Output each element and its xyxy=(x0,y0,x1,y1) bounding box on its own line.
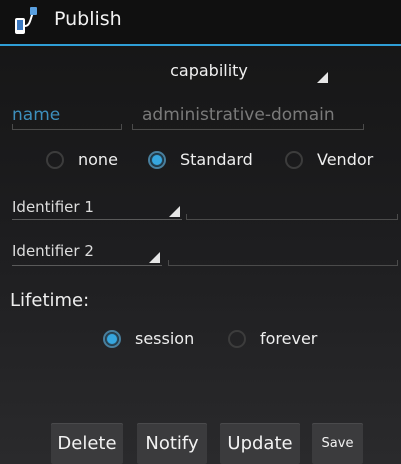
name-field-tick-right xyxy=(121,124,122,130)
name-field-tick-left xyxy=(12,124,13,130)
radio-none-label: none xyxy=(78,150,118,169)
domain-field[interactable]: administrative-domain xyxy=(132,100,364,130)
capability-spinner-label: capability xyxy=(170,61,248,80)
delete-button[interactable]: Delete xyxy=(51,423,123,464)
domain-field-value: administrative-domain xyxy=(142,105,335,125)
radio-forever[interactable]: forever xyxy=(228,329,317,348)
name-field-underline xyxy=(12,129,122,130)
identifier1-field-tick-left xyxy=(186,214,187,220)
notify-button[interactable]: Notify xyxy=(137,423,207,464)
domain-field-tick-right xyxy=(363,124,364,130)
radio-session[interactable]: session xyxy=(103,329,194,348)
identifier1-label: Identifier 1 xyxy=(12,198,94,216)
update-button[interactable]: Update xyxy=(220,423,300,464)
capability-spinner[interactable]: capability xyxy=(88,56,330,86)
title-bar: Publish xyxy=(0,0,401,46)
radio-vendor-label: Vendor xyxy=(317,150,374,169)
radio-none[interactable]: none xyxy=(46,150,118,169)
name-field-value: name xyxy=(12,105,61,125)
radio-forever-label: forever xyxy=(260,329,318,348)
publish-screen: Publish capability name administrative-d… xyxy=(0,0,401,464)
identifier2-field-tick-left xyxy=(168,260,169,266)
identifier1-spinner-underline xyxy=(12,219,182,220)
identifier1-spinner[interactable]: Identifier 1 xyxy=(12,194,182,220)
radio-session-label: session xyxy=(135,329,195,348)
identifier2-label: Identifier 2 xyxy=(12,242,94,260)
identifier2-spinner[interactable]: Identifier 2 xyxy=(12,238,162,266)
radio-circle-checked-icon xyxy=(148,150,166,169)
radio-circle-icon xyxy=(46,150,64,169)
radio-vendor[interactable]: Vendor xyxy=(285,150,373,169)
dropdown-triangle-icon xyxy=(169,206,180,217)
app-icon xyxy=(15,7,37,34)
radio-standard-label: Standard xyxy=(180,150,253,169)
dropdown-triangle-icon xyxy=(149,252,160,263)
name-field[interactable]: name xyxy=(12,100,122,130)
identifier2-spinner-underline xyxy=(12,265,162,266)
page-title: Publish xyxy=(54,8,122,30)
save-button[interactable]: Save xyxy=(312,423,363,464)
domain-field-underline xyxy=(132,129,364,130)
identifier1-field[interactable] xyxy=(186,190,398,220)
lifetime-label: Lifetime: xyxy=(10,290,90,311)
identifier2-field-tick-right xyxy=(397,260,398,266)
radio-circle-icon xyxy=(228,329,246,348)
title-divider xyxy=(0,44,401,46)
identifier1-field-tick-right xyxy=(397,214,398,220)
dropdown-triangle-icon xyxy=(317,72,328,83)
identifier2-field[interactable] xyxy=(168,236,398,266)
domain-field-tick-left xyxy=(132,124,133,130)
identifier2-field-underline xyxy=(168,265,398,266)
radio-circle-icon xyxy=(285,150,303,169)
radio-circle-checked-icon xyxy=(103,329,121,348)
identifier1-field-underline xyxy=(186,219,398,220)
radio-standard[interactable]: Standard xyxy=(148,150,253,169)
